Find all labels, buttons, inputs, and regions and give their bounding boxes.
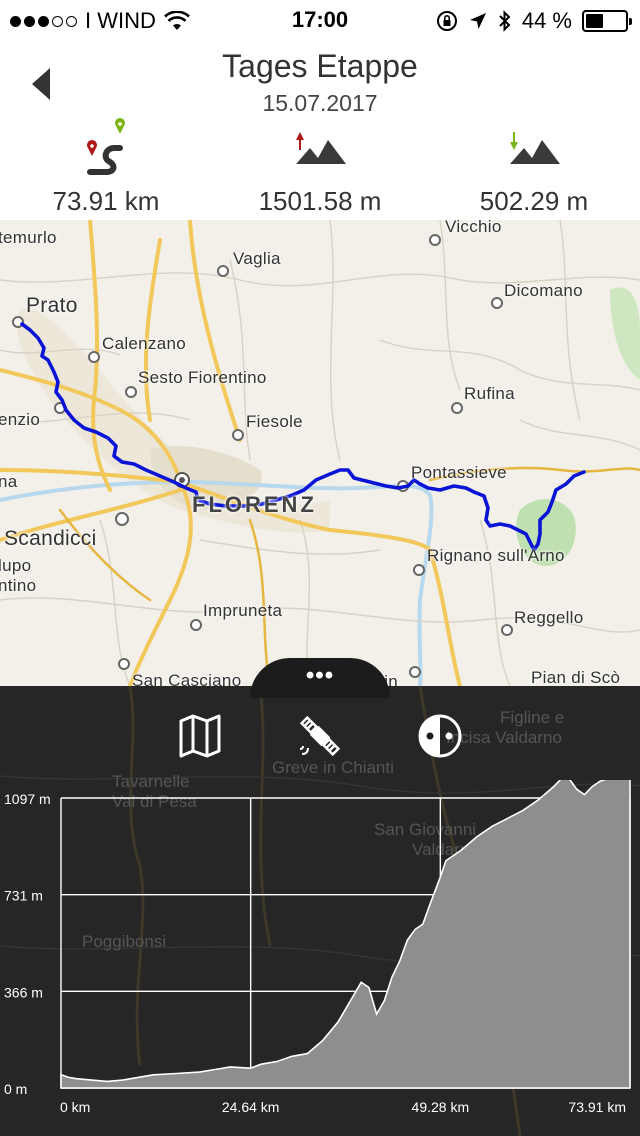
- map-place-label: temurlo: [0, 228, 57, 247]
- location-arrow-icon: [469, 13, 486, 29]
- contrast-view-button[interactable]: [416, 712, 464, 760]
- contrast-icon: [418, 714, 462, 758]
- satellite-view-button[interactable]: [296, 712, 344, 760]
- map-place-label: Scandicci: [4, 527, 97, 550]
- map-place-label: San Casciano: [132, 671, 242, 686]
- battery-icon: [582, 10, 632, 32]
- distance-value: 73.91 km: [52, 186, 160, 216]
- map-place-label: Calenzano: [102, 334, 186, 353]
- x-tick-label: 73.91 km: [568, 1099, 626, 1115]
- more-icon: •••: [305, 662, 335, 689]
- sheet-handle[interactable]: •••: [250, 658, 390, 698]
- stage-stats: 73.91 km 1501.58 m 502.29 m: [0, 118, 640, 218]
- y-tick-label: 1097 m: [4, 791, 51, 807]
- descent-stat: 502.29 m: [434, 118, 634, 217]
- map-place-label: lupo: [0, 556, 32, 575]
- map-place-label: Pontassieve: [411, 463, 507, 482]
- underlay-place-label: Figline e: [500, 708, 565, 727]
- y-tick-label: 731 m: [4, 888, 43, 904]
- map-city-label: FLORENZ: [192, 492, 317, 517]
- map-place-label: Pian di Scò: [531, 668, 621, 686]
- status-bar: I WIND 17:00 44 %: [0, 0, 640, 40]
- map-place-label: Vaglia: [233, 249, 281, 268]
- route-distance-icon: [87, 118, 125, 175]
- map-place-label: na: [0, 472, 18, 491]
- ascent-value: 1501.58 m: [258, 186, 382, 216]
- elevation-area: [60, 760, 631, 1089]
- map-place-label: Rufina: [464, 384, 515, 403]
- bluetooth-icon: [499, 10, 511, 32]
- map-place-label: ntino: [0, 576, 37, 595]
- satellite-icon: [299, 715, 341, 757]
- orientation-lock-icon: [436, 11, 457, 31]
- y-tick-label: 366 m: [4, 984, 43, 1000]
- stage-date: 15.07.2017: [262, 90, 378, 116]
- map-place-label: Fiesole: [246, 412, 303, 431]
- map-place-label: Dicomano: [504, 281, 583, 300]
- map-place-label: Rignano sull'Arno: [427, 546, 565, 565]
- page-title: Tages Etappe: [222, 48, 418, 84]
- map-place-label: Reggello: [514, 608, 584, 627]
- map-place-label: Prato: [26, 294, 78, 317]
- x-tick-label: 0 km: [60, 1099, 90, 1115]
- map-place-label: Sesto Fiorentino: [138, 368, 267, 387]
- ascent-icon: [296, 132, 346, 164]
- x-tick-label: 24.64 km: [222, 1099, 280, 1115]
- distance-stat: 73.91 km: [6, 118, 206, 217]
- map-place-label: Impruneta: [203, 601, 283, 620]
- status-right: 44 %: [436, 8, 632, 34]
- battery-percent: 44 %: [521, 8, 572, 33]
- descent-icon: [510, 132, 560, 164]
- route-map[interactable]: temurlo Vaglia Vicchio Prato Dicomano Ca…: [0, 220, 640, 686]
- map-place-label: Vicchio: [445, 220, 502, 236]
- y-tick-label: 0 m: [4, 1081, 27, 1097]
- map-icon: [179, 714, 221, 758]
- map-place-label: enzio: [0, 410, 41, 429]
- ascent-stat: 1501.58 m: [220, 118, 420, 217]
- descent-value: 502.29 m: [479, 186, 589, 216]
- x-tick-label: 49.28 km: [412, 1099, 470, 1115]
- elevation-profile-chart: 1097 m 731 m 366 m 0 m 0 km 24.64 km 49.28 km…: [0, 760, 640, 1120]
- elevation-chart-svg: 1097 m 731 m 366 m 0 m 0 km 24.64 km 49.28 km…: [4, 760, 631, 1115]
- map-view-button[interactable]: [176, 712, 224, 760]
- underlay-place-label: Greve in Chianti: [272, 758, 394, 777]
